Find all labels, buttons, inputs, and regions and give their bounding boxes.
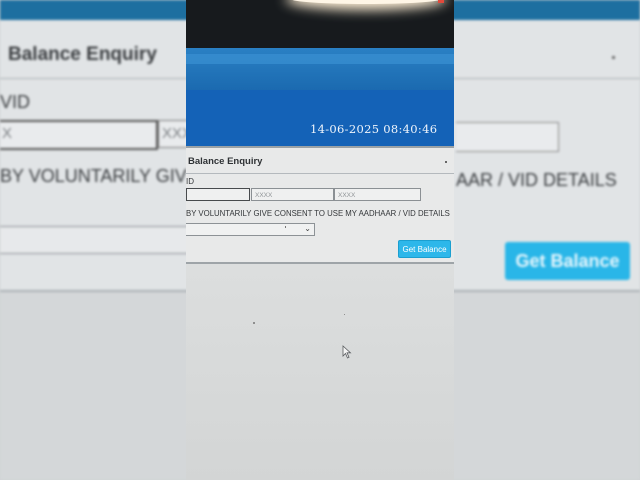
panel-title: Balance Enquiry: [188, 156, 263, 167]
consent-select[interactable]: ⌄: [186, 223, 315, 236]
vid-label: ID: [186, 177, 194, 186]
panel-title-divider: [186, 173, 454, 174]
device-screen: 14-06-2025 08:40:46 Balance Enquiry ID X…: [186, 0, 454, 480]
header-datetime: 14-06-2025 08:40:46: [310, 122, 438, 136]
chevron-down-icon: ⌄: [304, 224, 311, 233]
panel-menu-dot[interactable]: [445, 161, 447, 163]
bg-field-1-text: X: [2, 125, 13, 142]
empty-content-area: [186, 264, 454, 480]
consent-text: BY VOLUNTARILY GIVE CONSENT TO USE MY AA…: [186, 209, 450, 218]
bg-select: [0, 226, 190, 254]
header-banner: [186, 90, 454, 146]
bg-consent-right: AAR / VID DETAILS: [456, 170, 617, 190]
bg-field-1: X: [0, 120, 158, 150]
bg-get-balance-button: Get Balance: [505, 242, 630, 280]
bg-vid-label: VID: [0, 92, 31, 112]
header-divider: [186, 146, 454, 148]
mouse-pointer-icon: [342, 345, 352, 359]
screen-bezel: [186, 0, 454, 48]
get-balance-button[interactable]: Get Balance: [398, 240, 451, 258]
header-band: [186, 54, 454, 64]
select-mark: [285, 226, 286, 228]
vid-field-1[interactable]: [186, 188, 250, 201]
bg-panel-title: Balance Enquiry: [8, 44, 157, 65]
vid-field-3[interactable]: XXXX: [334, 188, 421, 201]
bg-consent-left: BY VOLUNTARILY GIV: [0, 166, 187, 186]
header-banner-top: [186, 48, 454, 90]
screen-speck: [344, 314, 345, 315]
bg-panel-dot: [612, 56, 615, 59]
vid-field-2[interactable]: XXXX: [251, 188, 334, 201]
screen-speck: [253, 322, 255, 324]
glare-red-dot: [438, 0, 444, 3]
bg-field-3: [456, 122, 559, 152]
